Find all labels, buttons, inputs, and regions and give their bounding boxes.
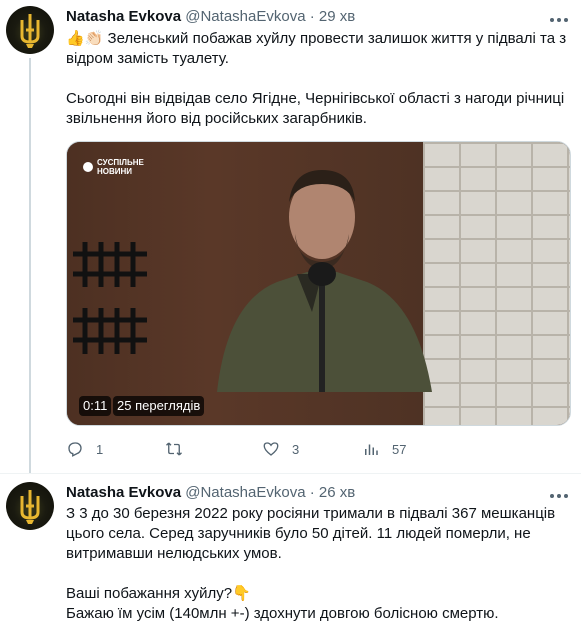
author-name[interactable]: Natasha Evkova xyxy=(66,484,181,501)
speaker-figure xyxy=(217,170,432,392)
heart-icon xyxy=(263,442,279,456)
author-name[interactable]: Natasha Evkova xyxy=(66,8,181,25)
channel-logo: СУСПІЛЬНЕ НОВИНИ xyxy=(83,158,144,176)
tweet-line: 👍👏🏻 Зеленський побажав хуйлу провести за… xyxy=(66,30,567,47)
tweet-line: Сьогодні він відвідав село Ягідне, Черні… xyxy=(66,90,565,107)
tweet-text: З 3 до 30 березня 2022 року росіяни трим… xyxy=(66,504,571,624)
tweet-header: Natasha Evkova @NatashaEvkova · 26 хв xyxy=(66,484,355,501)
trident-logo-icon xyxy=(20,490,40,524)
separator-dot: · xyxy=(309,484,315,501)
view-count: 25 переглядів xyxy=(113,396,205,416)
tweet-1[interactable]: Natasha Evkova @NatashaEvkova · 29 хв 👍👏… xyxy=(0,0,581,474)
reply-count: 1 xyxy=(96,441,104,457)
video-player[interactable]: СУСПІЛЬНЕ НОВИНИ 0:11 25 переглядів xyxy=(66,141,571,426)
tweet-actions: 1 3 57 xyxy=(66,440,496,460)
trident-logo-icon xyxy=(20,14,40,48)
views-button[interactable]: 57 xyxy=(362,440,406,458)
reply-button[interactable]: 1 xyxy=(66,440,103,458)
tweet-text: 👍👏🏻 Зеленський побажав хуйлу провести за… xyxy=(66,29,571,129)
tweet-line: відром замість туалету. xyxy=(66,50,229,67)
timestamp[interactable]: 29 хв xyxy=(319,8,355,25)
avatar[interactable] xyxy=(6,6,54,54)
more-horizontal-icon[interactable] xyxy=(549,12,569,23)
views-count: 57 xyxy=(392,441,407,457)
tweet-2[interactable]: Natasha Evkova @NatashaEvkova · 26 хв З … xyxy=(0,474,581,637)
brand-line: НОВИНИ xyxy=(97,167,133,176)
tweet-line: цього села. Серед заручників було 50 діт… xyxy=(66,525,531,542)
tweet-line: З 3 до 30 березня 2022 року росіяни трим… xyxy=(66,505,556,522)
retweet-button[interactable] xyxy=(164,440,196,458)
reply-icon xyxy=(68,442,82,457)
like-count: 3 xyxy=(292,441,300,457)
tweet-line: Ваші побажання хуйлу?👇 xyxy=(66,585,251,602)
tweet-header: Natasha Evkova @NatashaEvkova · 29 хв xyxy=(66,8,355,25)
timestamp[interactable]: 26 хв xyxy=(319,484,355,501)
retweet-icon xyxy=(166,442,182,456)
avatar[interactable] xyxy=(6,482,54,530)
author-handle[interactable]: @NatashaEvkova xyxy=(185,8,305,25)
author-handle[interactable]: @NatashaEvkova xyxy=(185,484,305,501)
tweet-line: звільнення його від російських загарбник… xyxy=(66,110,367,127)
separator-dot: · xyxy=(309,8,315,25)
channel-logo-icon xyxy=(83,162,93,172)
analytics-icon xyxy=(365,444,378,455)
thread-line xyxy=(29,58,31,474)
brand-line: СУСПІЛЬНЕ xyxy=(97,158,144,167)
brick-wall xyxy=(423,142,570,425)
like-button[interactable]: 3 xyxy=(262,440,299,458)
more-horizontal-icon[interactable] xyxy=(549,488,569,499)
video-duration: 0:11 xyxy=(79,396,112,416)
tweet-line: витримавши нелюдських умов. xyxy=(66,545,282,562)
tweet-line: Бажаю їм усім (140млн +-) здохнути довго… xyxy=(66,605,499,622)
